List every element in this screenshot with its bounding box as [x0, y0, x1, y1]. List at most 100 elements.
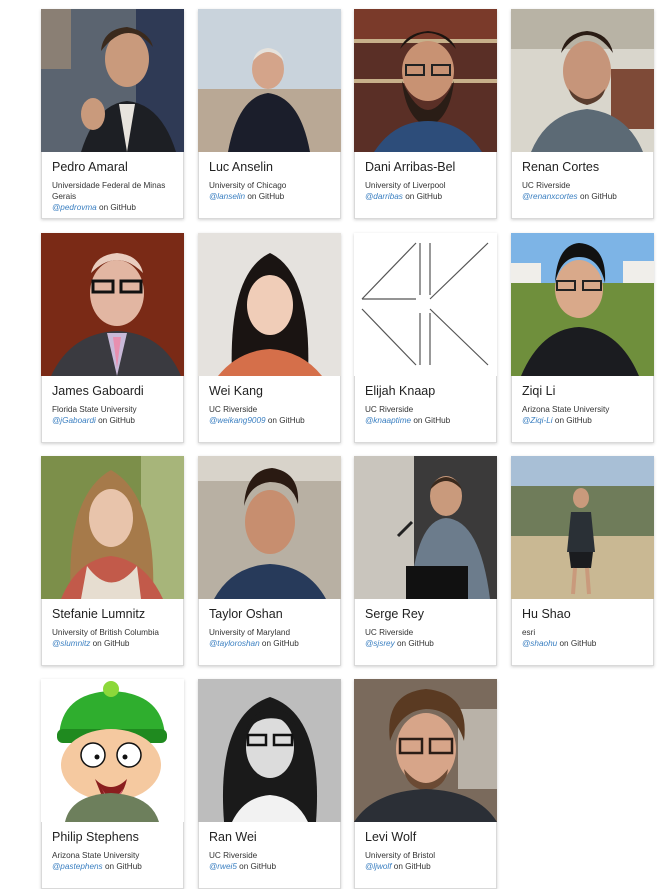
avatar [511, 9, 654, 152]
github-line: @Ziqi-Li on GitHub [522, 415, 645, 426]
github-suffix: on GitHub [99, 203, 136, 212]
person-affiliation: esri [522, 628, 536, 637]
person-name: Luc Anselin [209, 160, 273, 174]
github-line: @slumnitz on GitHub [52, 638, 175, 649]
person-card: Ziqi Li Arizona State University @Ziqi-L… [511, 233, 654, 443]
person-card: Serge Rey UC Riverside @sjsrey on GitHub [354, 456, 497, 666]
github-suffix: on GitHub [247, 192, 285, 201]
github-line: @sjsrey on GitHub [365, 638, 488, 649]
github-line: @pedrovma on GitHub [52, 202, 175, 213]
person-name: Levi Wolf [365, 830, 417, 844]
github-suffix: on GitHub [267, 416, 305, 425]
person-name: Ran Wei [209, 830, 257, 844]
person-affiliation: UC Riverside [522, 181, 571, 190]
person-card: Wei Kang UC Riverside @weikang9009 on Gi… [198, 233, 341, 443]
person-affiliation: Arizona State University [52, 851, 140, 860]
person-card: Philip Stephens Arizona State University… [41, 679, 184, 889]
github-suffix: on GitHub [396, 639, 434, 648]
person-card: Luc Anselin University of Chicago @lanse… [198, 9, 341, 219]
person-name: Elijah Knaap [365, 384, 436, 398]
github-handle-link[interactable]: @weikang9009 [209, 416, 266, 425]
person-name: Serge Rey [365, 607, 425, 621]
avatar [354, 456, 497, 599]
github-handle-link[interactable]: @tayloroshan [209, 639, 260, 648]
avatar [41, 456, 184, 599]
person-name: Stefanie Lumnitz [52, 607, 146, 621]
avatar [41, 233, 184, 376]
avatar [511, 456, 654, 599]
github-suffix: on GitHub [579, 192, 617, 201]
person-name: Philip Stephens [52, 830, 139, 844]
github-handle-link[interactable]: @sjsrey [365, 639, 395, 648]
person-card: Renan Cortes UC Riverside @renanxcortes … [511, 9, 654, 219]
github-line: @lanselin on GitHub [209, 191, 332, 202]
person-affiliation: University of Bristol [365, 851, 436, 860]
person-card: Pedro Amaral Universidade Federal de Min… [41, 9, 184, 219]
github-handle-link[interactable]: @slumnitz [52, 639, 90, 648]
person-affiliation: UC Riverside [209, 851, 258, 860]
avatar [198, 9, 341, 152]
github-handle-link[interactable]: @ljwolf [365, 862, 392, 871]
cartoon-avatar [41, 679, 184, 822]
github-suffix: on GitHub [405, 192, 443, 201]
person-affiliation: Florida State University [52, 405, 137, 414]
avatar [198, 233, 341, 376]
github-handle-link[interactable]: @lanselin [209, 192, 245, 201]
github-handle-link[interactable]: @Ziqi-Li [522, 416, 553, 425]
person-affiliation: University of British Columbia [52, 628, 159, 637]
avatar [354, 9, 497, 152]
github-handle-link[interactable]: @darribas [365, 192, 403, 201]
person-card: Levi Wolf University of Bristol @ljwolf … [354, 679, 497, 889]
person-affiliation: Arizona State University [522, 405, 610, 414]
person-affiliation: University of Liverpool [365, 181, 446, 190]
person-name: Wei Kang [209, 384, 263, 398]
github-handle-link[interactable]: @jGaboardi [52, 416, 96, 425]
github-suffix: on GitHub [239, 862, 277, 871]
github-line: @knaaptime on GitHub [365, 415, 488, 426]
github-suffix: on GitHub [261, 639, 299, 648]
github-suffix: on GitHub [559, 639, 597, 648]
github-suffix: on GitHub [413, 416, 451, 425]
person-card: Stefanie Lumnitz University of British C… [41, 456, 184, 666]
person-affiliation: University of Maryland [209, 628, 290, 637]
avatar [511, 233, 654, 376]
github-line: @tayloroshan on GitHub [209, 638, 332, 649]
person-name: Renan Cortes [522, 160, 600, 174]
github-handle-link[interactable]: @renanxcortes [522, 192, 578, 201]
person-name: Ziqi Li [522, 384, 556, 398]
github-handle-link[interactable]: @knaaptime [365, 416, 411, 425]
avatar [354, 679, 497, 822]
github-suffix: on GitHub [92, 639, 130, 648]
github-handle-link[interactable]: @rwei5 [209, 862, 237, 871]
person-name: Hu Shao [522, 607, 571, 621]
github-line: @ljwolf on GitHub [365, 861, 488, 872]
avatar [41, 9, 184, 152]
person-name: James Gaboardi [52, 384, 144, 398]
avatar [198, 456, 341, 599]
person-affiliation: University of Chicago [209, 181, 287, 190]
github-line: @jGaboardi on GitHub [52, 415, 175, 426]
github-handle-link[interactable]: @pedrovma [52, 203, 97, 212]
person-card: Dani Arribas-Bel University of Liverpool… [354, 9, 497, 219]
person-name: Dani Arribas-Bel [365, 160, 456, 174]
github-handle-link[interactable]: @shaohu [522, 639, 557, 648]
avatar [198, 679, 341, 822]
github-suffix: on GitHub [104, 862, 142, 871]
github-suffix: on GitHub [554, 416, 592, 425]
person-card: James Gaboardi Florida State University … [41, 233, 184, 443]
person-card: Elijah Knaap UC Riverside @knaaptime on … [354, 233, 497, 443]
identicon-avatar [354, 233, 497, 376]
github-line: @weikang9009 on GitHub [209, 415, 332, 426]
github-line: @pastephens on GitHub [52, 861, 175, 872]
github-handle-link[interactable]: @pastephens [52, 862, 103, 871]
github-suffix: on GitHub [98, 416, 135, 425]
person-card: Taylor Oshan University of Maryland @tay… [198, 456, 341, 666]
github-suffix: on GitHub [393, 862, 431, 871]
github-line: @shaohu on GitHub [522, 638, 645, 649]
person-affiliation: UC Riverside [365, 405, 414, 414]
person-name: Pedro Amaral [52, 160, 128, 174]
person-card: Ran Wei UC Riverside @rwei5 on GitHub [198, 679, 341, 889]
person-name: Taylor Oshan [209, 607, 283, 621]
person-affiliation: Universidade Federal de Minas Gerais [52, 181, 166, 201]
github-line: @rwei5 on GitHub [209, 861, 332, 872]
